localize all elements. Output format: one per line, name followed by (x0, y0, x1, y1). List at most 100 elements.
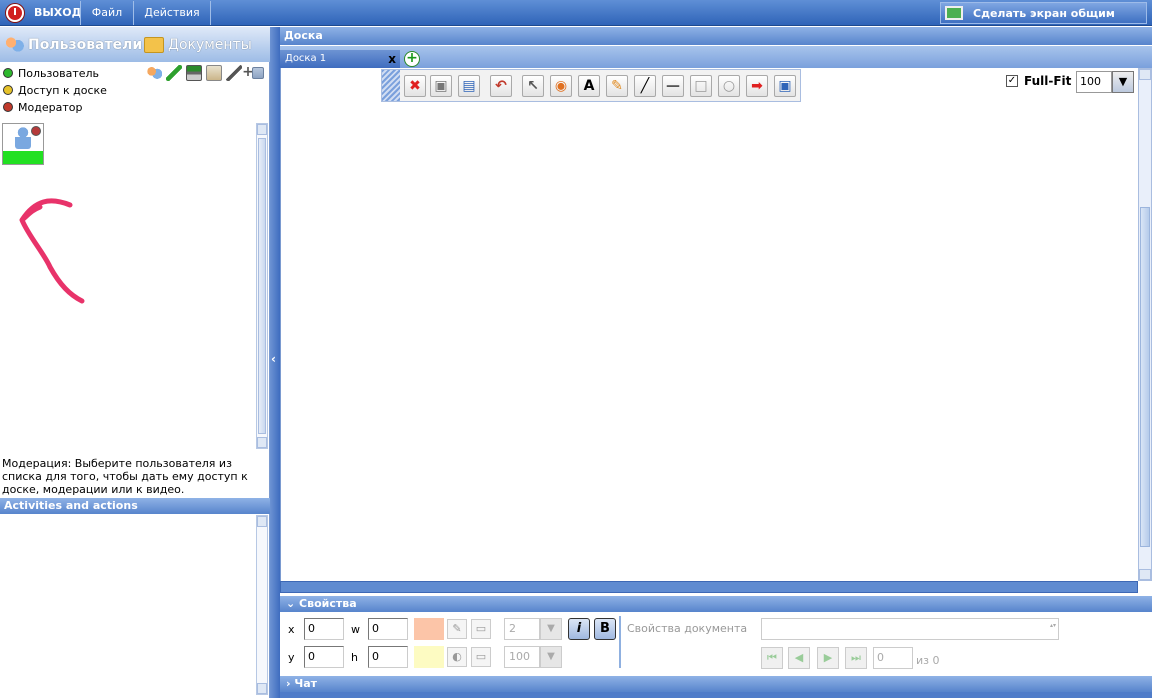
status-dot-icon (3, 85, 13, 95)
scroll-up-icon[interactable] (257, 516, 267, 527)
scroll-down-icon[interactable] (1139, 569, 1151, 580)
y-input[interactable]: 0 (304, 646, 344, 668)
fill-color-swatch[interactable] (414, 646, 444, 668)
italic-button[interactable]: i (568, 618, 590, 640)
ellipse-icon[interactable]: ○ (718, 75, 740, 97)
pointer-circle-icon[interactable]: ◉ (550, 75, 572, 97)
canvas-horizontal-scrollbar[interactable] (280, 581, 1138, 593)
power-icon (6, 4, 24, 22)
monitor-icon[interactable] (186, 65, 202, 81)
scroll-up-icon[interactable] (1139, 69, 1151, 80)
user-activity-bar (3, 151, 43, 164)
scroll-thumb[interactable] (258, 138, 266, 434)
pencil-icon[interactable]: ✎ (447, 619, 467, 639)
full-fit-checkbox[interactable]: ✓ (1006, 75, 1018, 87)
stroke-color-swatch[interactable] (414, 618, 444, 640)
undo-icon[interactable]: ↶ (490, 75, 512, 97)
chat-header[interactable]: › Чат (280, 676, 1152, 692)
select-area-icon[interactable]: ▣ (774, 75, 796, 97)
chevron-left-icon[interactable]: ‹ (271, 352, 276, 366)
legend-label: Модератор (18, 101, 83, 114)
properties-header[interactable]: ⌄ Свойства (280, 596, 1152, 612)
folder-icon (144, 37, 164, 53)
monitor-icon (945, 6, 963, 20)
chevron-down-icon[interactable]: ▼ (540, 646, 562, 668)
scroll-up-icon[interactable] (257, 124, 267, 135)
tab-board-1[interactable]: Доска 1 x (280, 50, 400, 68)
tab-documents[interactable]: Документы (144, 33, 252, 57)
share-screen-label: Сделать экран общим (973, 7, 1115, 20)
w-input[interactable]: 0 (368, 618, 408, 640)
scroll-thumb[interactable] (1140, 207, 1150, 547)
last-page-icon[interactable]: ⏭ (845, 647, 867, 669)
properties-panel: x 0 w 0 y 0 h 0 ✎ ▭ ◐ ▭ 2 ▼ 100 ▼ i B Св… (280, 612, 1152, 674)
opacity-select[interactable]: 100 (504, 646, 540, 668)
board-tab-bar: Доска 1 x + (280, 46, 1152, 68)
board-header: Доска (280, 27, 1152, 45)
moderation-hint: Модерация: Выберите пользователя из спис… (2, 457, 248, 496)
tab-users-label: Пользователи (28, 37, 143, 53)
tab-users[interactable]: Пользователи (4, 33, 142, 57)
document-properties-select[interactable] (761, 618, 1059, 640)
chevron-down-icon[interactable]: ▼ (1112, 71, 1134, 93)
close-icon[interactable]: x (388, 50, 396, 68)
zoom-input[interactable]: 100 (1076, 71, 1112, 93)
save-icon[interactable]: ▤ (458, 75, 480, 97)
folder-icon[interactable]: ▭ (471, 619, 491, 639)
status-dot-icon (3, 68, 13, 78)
whiteboard-canvas[interactable] (280, 68, 1138, 581)
x-input[interactable]: 0 (304, 618, 344, 640)
actions-menu[interactable]: Действия (134, 0, 210, 26)
canvas-vertical-scrollbar[interactable] (1138, 68, 1152, 581)
board-tab-label: Доска 1 (285, 53, 327, 64)
document-properties-label: Свойства документа (627, 622, 748, 635)
user-tools: + (146, 65, 266, 83)
user-card[interactable] (2, 123, 44, 165)
prev-page-icon[interactable]: ◀ (788, 647, 810, 669)
chevron-down-icon[interactable]: ▼ (540, 618, 562, 640)
h-input[interactable]: 0 (368, 646, 408, 668)
chat-title: Чат (294, 677, 318, 690)
toolbar-grip-handle[interactable] (382, 70, 400, 101)
pencil-icon[interactable] (166, 65, 182, 81)
add-board-button[interactable]: + (404, 51, 420, 67)
folder-icon[interactable]: ▭ (471, 647, 491, 667)
pencil-icon[interactable]: ✎ (606, 75, 628, 97)
status-dot-icon (3, 102, 13, 112)
scroll-down-icon[interactable] (257, 683, 267, 694)
x-label: x (288, 623, 295, 636)
delete-icon[interactable]: ✖ (404, 75, 426, 97)
legend-label: Пользователь (18, 67, 100, 80)
underline-icon[interactable]: — (662, 75, 684, 97)
w-label: w (351, 623, 360, 636)
top-bar: ВЫХОД Файл Действия Сделать экран общим (0, 0, 1152, 26)
page-number-input[interactable]: 0 (873, 647, 913, 669)
y-label: y (288, 651, 295, 664)
pointer-icon[interactable]: ↖ (522, 75, 544, 97)
moderator-status-icon (31, 126, 41, 136)
fill-icon[interactable]: ◐ (447, 647, 467, 667)
activities-list (0, 515, 256, 698)
next-page-icon[interactable]: ▶ (817, 647, 839, 669)
annotation-arrow-icon (19, 198, 85, 304)
user-list-scrollbar[interactable] (256, 123, 268, 449)
tab-documents-label: Документы (168, 37, 252, 53)
new-document-icon[interactable]: ▣ (430, 75, 452, 97)
share-screen-button[interactable]: Сделать экран общим (940, 2, 1147, 24)
bold-button[interactable]: B (594, 618, 616, 640)
arrow-icon[interactable]: ➡ (746, 75, 768, 97)
users-group-icon[interactable] (146, 65, 162, 81)
panel-collapse-bar[interactable]: ‹ (270, 27, 280, 698)
exit-button[interactable]: ВЫХОД (0, 0, 81, 26)
scroll-down-icon[interactable] (257, 437, 267, 448)
activities-scrollbar[interactable] (256, 515, 268, 695)
rectangle-icon[interactable]: □ (690, 75, 712, 97)
line-width-select[interactable]: 2 (504, 618, 540, 640)
document-icon[interactable] (206, 65, 222, 81)
h-label: h (351, 651, 358, 664)
text-icon[interactable]: A (578, 75, 600, 97)
camera-icon[interactable] (252, 67, 264, 79)
line-icon[interactable]: ╱ (634, 75, 656, 97)
first-page-icon[interactable]: ⏮ (761, 647, 783, 669)
file-menu[interactable]: Файл (81, 0, 133, 26)
